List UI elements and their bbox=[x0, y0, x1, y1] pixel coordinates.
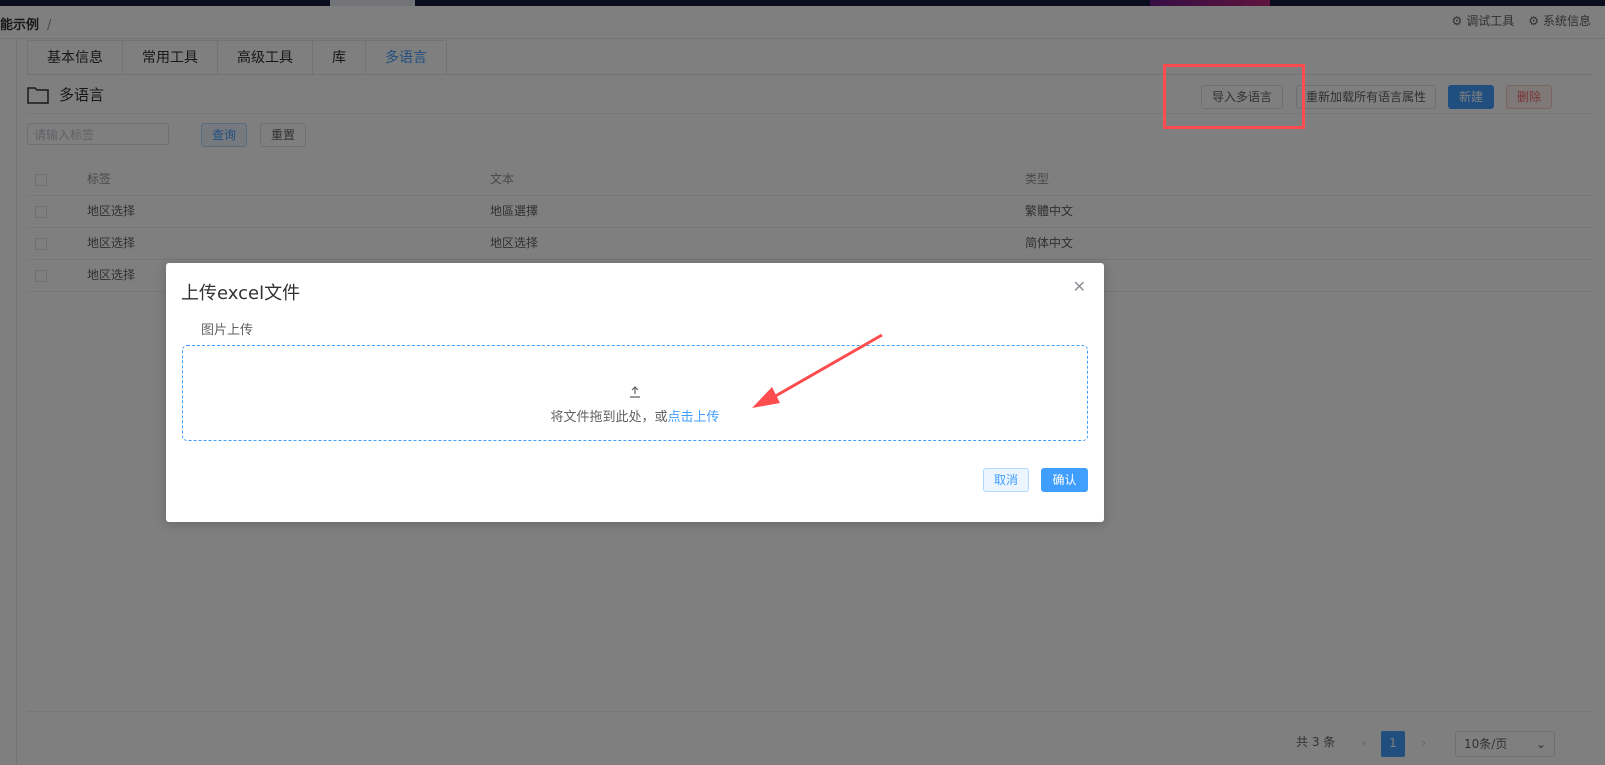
upload-excel-dialog: 上传excel文件 ✕ 图片上传 将文件拖到此处，或点击上传 取消 确认 bbox=[166, 263, 1104, 522]
cancel-button[interactable]: 取消 bbox=[983, 468, 1029, 492]
drop-instructions: 将文件拖到此处，或 bbox=[550, 410, 668, 425]
file-dropzone[interactable]: 将文件拖到此处，或点击上传 bbox=[182, 345, 1088, 441]
close-icon[interactable]: ✕ bbox=[1073, 277, 1086, 296]
click-upload-link[interactable]: 点击上传 bbox=[668, 410, 720, 425]
upload-field-label: 图片上传 bbox=[201, 323, 254, 338]
annotation-highlight-box bbox=[1163, 64, 1305, 129]
confirm-button[interactable]: 确认 bbox=[1041, 468, 1088, 492]
dialog-title: 上传excel文件 bbox=[181, 283, 301, 304]
upload-icon bbox=[183, 386, 1087, 402]
dropzone-text: 将文件拖到此处，或点击上传 bbox=[183, 406, 1087, 425]
